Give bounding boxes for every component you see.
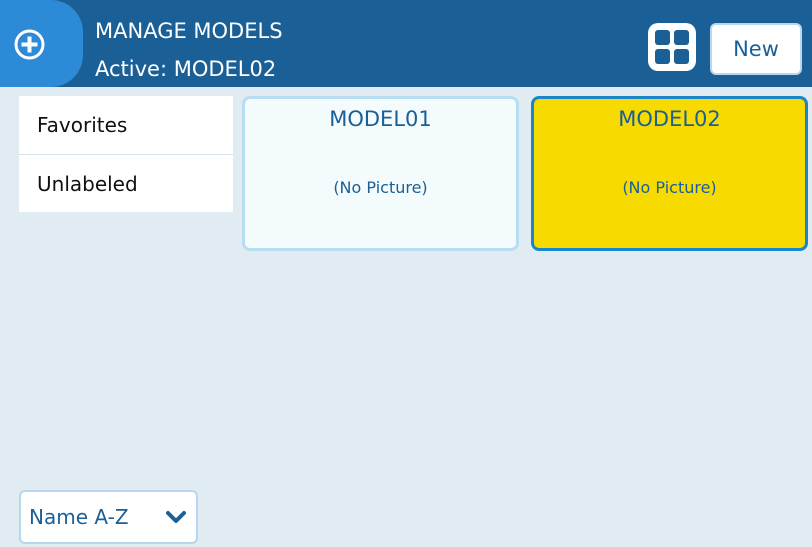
- sidebar-item-label: Favorites: [37, 113, 128, 137]
- label-sidebar: Favorites Unlabeled: [19, 96, 233, 212]
- model-card[interactable]: MODEL01 (No Picture): [242, 96, 519, 251]
- sidebar-item-unlabeled[interactable]: Unlabeled: [19, 154, 233, 212]
- new-model-button[interactable]: New: [710, 23, 802, 75]
- grid-icon: [648, 23, 696, 71]
- model-picture-placeholder: (No Picture): [333, 178, 428, 197]
- model-name: MODEL01: [329, 107, 432, 131]
- view-toggle-button[interactable]: [645, 20, 699, 74]
- sidebar-item-favorites[interactable]: Favorites: [19, 96, 233, 154]
- sort-dropdown-value: Name A-Z: [29, 505, 129, 529]
- model-name: MODEL02: [618, 107, 721, 131]
- header-divider: [0, 87, 812, 95]
- sort-dropdown[interactable]: Name A-Z: [19, 490, 198, 544]
- page-title: MANAGE MODELS: [95, 19, 283, 43]
- plus-circle-icon: [14, 29, 45, 60]
- sidebar-item-label: Unlabeled: [37, 171, 138, 196]
- model-picture-placeholder: (No Picture): [622, 178, 717, 197]
- model-card-selected[interactable]: MODEL02 (No Picture): [531, 96, 808, 251]
- menu-button[interactable]: [0, 0, 83, 87]
- chevron-down-icon: [166, 511, 186, 523]
- active-model-label: Active: MODEL02: [95, 57, 277, 81]
